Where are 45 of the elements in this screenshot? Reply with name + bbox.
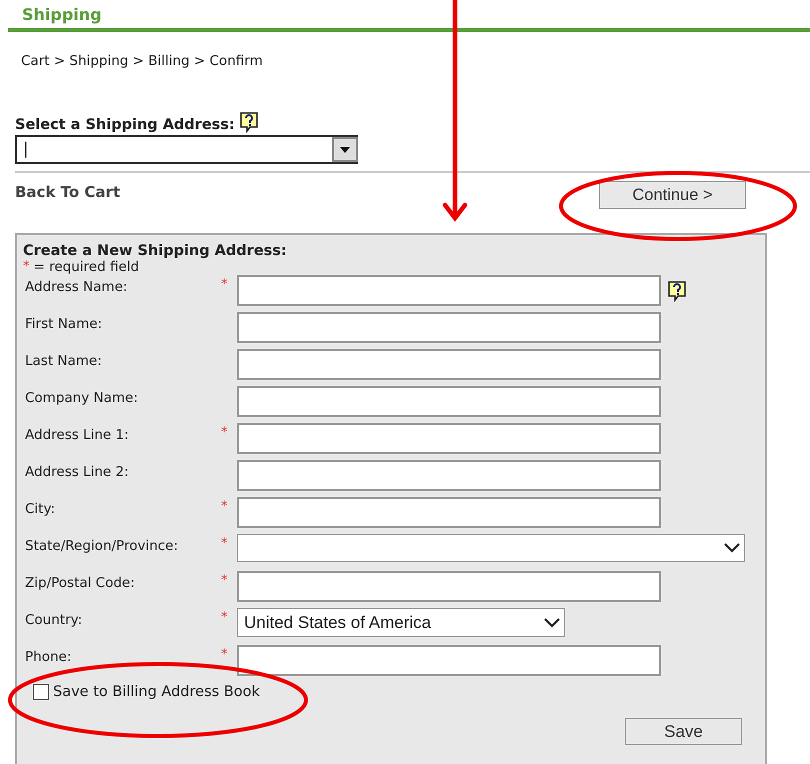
required-mark: *: [221, 535, 228, 551]
chevron-icon: [724, 543, 740, 553]
required-mark: *: [221, 276, 228, 292]
required-mark: *: [221, 572, 228, 588]
required-mark: *: [221, 498, 228, 514]
required-mark: *: [221, 609, 228, 625]
text-field[interactable]: [237, 497, 661, 528]
back-link[interactable]: Back To Cart: [15, 183, 120, 201]
field-label: Address Name:: [25, 278, 128, 295]
checkbox[interactable]: [33, 684, 49, 700]
required-note: = required field: [34, 259, 140, 275]
text-field[interactable]: [237, 386, 661, 417]
field-label: Address Line 2:: [25, 463, 130, 480]
text-field[interactable]: [237, 312, 661, 343]
field-label: Address Line 1:: [25, 426, 130, 443]
text-field[interactable]: [237, 571, 661, 602]
field-label: Last Name:: [25, 352, 103, 369]
breadcrumb: Cart > Shipping > Billing > Confirm: [21, 53, 263, 69]
dropdown[interactable]: United States of America: [237, 608, 565, 637]
page-title: Shipping: [22, 5, 102, 24]
required-mark: *: [221, 646, 228, 662]
checkbox-label: Save to Billing Address Book: [53, 684, 260, 700]
field-label: Zip/Postal Code:: [25, 574, 136, 591]
required-mark: *: [221, 424, 228, 440]
field-label: Company Name:: [25, 389, 139, 406]
text-field[interactable]: [237, 423, 661, 454]
text-field[interactable]: [237, 349, 661, 380]
text-field[interactable]: [237, 645, 661, 676]
field-label: First Name:: [25, 315, 104, 332]
help-icon[interactable]: [667, 280, 687, 302]
save-button[interactable]: Save: [625, 718, 742, 745]
field-label: Select a Shipping Address:: [15, 117, 235, 133]
text-field[interactable]: [237, 460, 661, 491]
field-label: Country:: [25, 611, 84, 628]
chevron-icon: [544, 618, 560, 628]
address-dropdown[interactable]: |: [15, 135, 358, 164]
form-title: Create a New Shipping Address:: [23, 243, 288, 259]
field-label: Phone:: [25, 648, 72, 665]
continue-button[interactable]: Continue >: [599, 181, 746, 209]
required-mark: *: [23, 259, 30, 275]
field-label: State/Region/Province:: [25, 537, 180, 554]
dropdown[interactable]: [237, 534, 745, 562]
field-label: City:: [25, 500, 56, 517]
text-field[interactable]: [237, 275, 661, 306]
help-icon[interactable]: [238, 111, 259, 133]
